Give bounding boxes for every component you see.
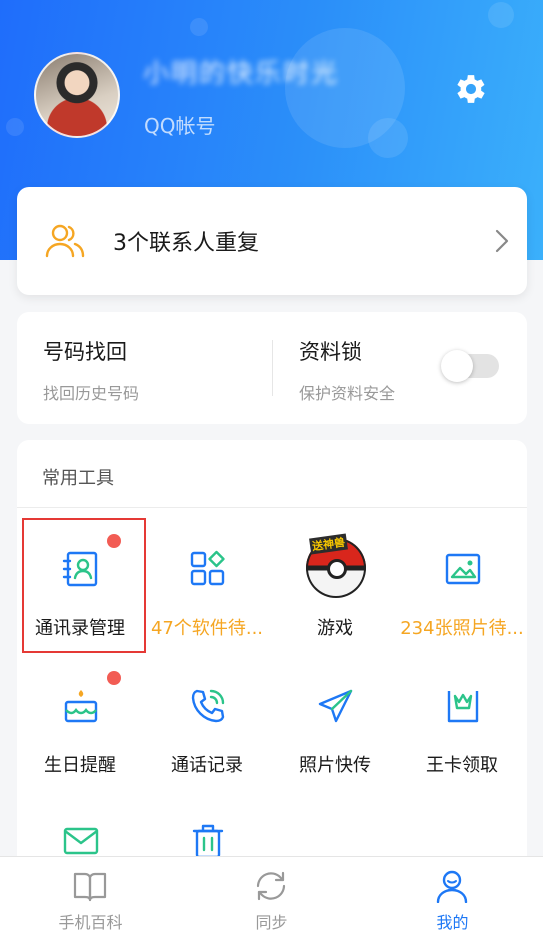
bottom-nav: 手机百科 同步 我的 bbox=[0, 856, 543, 931]
number-recovery-subtitle: 找回历史号码 bbox=[43, 384, 140, 403]
notification-badge bbox=[107, 671, 121, 685]
profile-page: 小明的快乐时光 QQ帐号 3个联系人重复 号码找回 找回历史号码 资料锁 保护资… bbox=[0, 0, 543, 931]
nav-item-mine[interactable]: 我的 bbox=[362, 857, 543, 931]
data-lock-title: 资料锁 bbox=[299, 340, 362, 364]
avatar[interactable] bbox=[34, 52, 120, 138]
chevron-right-icon bbox=[495, 229, 509, 253]
decor-bubble bbox=[190, 18, 208, 36]
nav-label: 同步 bbox=[255, 913, 288, 931]
birthday-cake-icon bbox=[64, 690, 98, 723]
tool-label: 47个软件待... bbox=[150, 618, 264, 639]
tool-king-card[interactable]: 王卡领取 bbox=[399, 655, 525, 785]
nav-item-sync[interactable]: 同步 bbox=[181, 857, 362, 931]
trash-icon bbox=[192, 824, 224, 859]
mail-icon bbox=[63, 827, 99, 855]
data-lock-subtitle: 保护资料安全 bbox=[299, 384, 396, 403]
account-label: QQ帐号 bbox=[144, 114, 216, 138]
tool-contacts-manager[interactable]: 通讯录管理 bbox=[17, 518, 143, 648]
divider bbox=[17, 507, 527, 508]
nickname: 小明的快乐时光 bbox=[143, 59, 340, 89]
paper-plane-icon bbox=[318, 689, 353, 723]
king-card-icon bbox=[447, 691, 479, 723]
tool-call-log[interactable]: 通话记录 bbox=[144, 655, 270, 785]
tool-games[interactable]: 送神兽 游戏 bbox=[272, 518, 398, 648]
nav-item-encyclopedia[interactable]: 手机百科 bbox=[0, 857, 181, 931]
tool-pending-photos[interactable]: 234张照片待... bbox=[399, 518, 525, 648]
contacts-book-icon bbox=[62, 551, 98, 587]
app-grid-icon bbox=[190, 550, 225, 586]
feature-card: 号码找回 找回历史号码 资料锁 保护资料安全 bbox=[17, 312, 527, 424]
tool-pending-apps[interactable]: 47个软件待... bbox=[144, 518, 270, 648]
tool-photo-transfer[interactable]: 照片快传 bbox=[272, 655, 398, 785]
tools-title: 常用工具 bbox=[42, 468, 114, 489]
duplicate-contacts-card[interactable]: 3个联系人重复 bbox=[17, 187, 527, 295]
toggle-knob bbox=[441, 350, 473, 382]
tool-label: 照片快传 bbox=[299, 755, 371, 776]
tool-label: 通讯录管理 bbox=[35, 618, 125, 639]
gear-icon[interactable] bbox=[452, 70, 490, 108]
phone-call-icon bbox=[191, 689, 225, 723]
book-icon bbox=[73, 872, 107, 902]
tool-label: 生日提醒 bbox=[44, 755, 116, 776]
number-recovery-item[interactable]: 号码找回 找回历史号码 bbox=[17, 312, 272, 424]
photo-icon bbox=[445, 553, 481, 585]
tool-label: 游戏 bbox=[317, 618, 353, 639]
tool-label: 王卡领取 bbox=[426, 755, 498, 776]
decor-bubble bbox=[6, 118, 24, 136]
number-recovery-title: 号码找回 bbox=[43, 340, 127, 364]
nav-label: 手机百科 bbox=[58, 913, 123, 931]
nav-label: 我的 bbox=[436, 913, 469, 931]
sync-icon bbox=[256, 871, 286, 901]
data-lock-toggle[interactable] bbox=[441, 350, 499, 382]
notification-badge bbox=[107, 534, 121, 548]
tool-label: 通话记录 bbox=[171, 755, 243, 776]
decor-bubble bbox=[368, 118, 408, 158]
profile-icon bbox=[436, 870, 468, 903]
decor-bubble bbox=[488, 2, 514, 28]
tool-label: 234张照片待... bbox=[400, 618, 524, 639]
contacts-people-icon bbox=[45, 224, 85, 258]
tool-birthday-reminder[interactable]: 生日提醒 bbox=[17, 655, 143, 785]
duplicate-contacts-text: 3个联系人重复 bbox=[113, 231, 259, 256]
